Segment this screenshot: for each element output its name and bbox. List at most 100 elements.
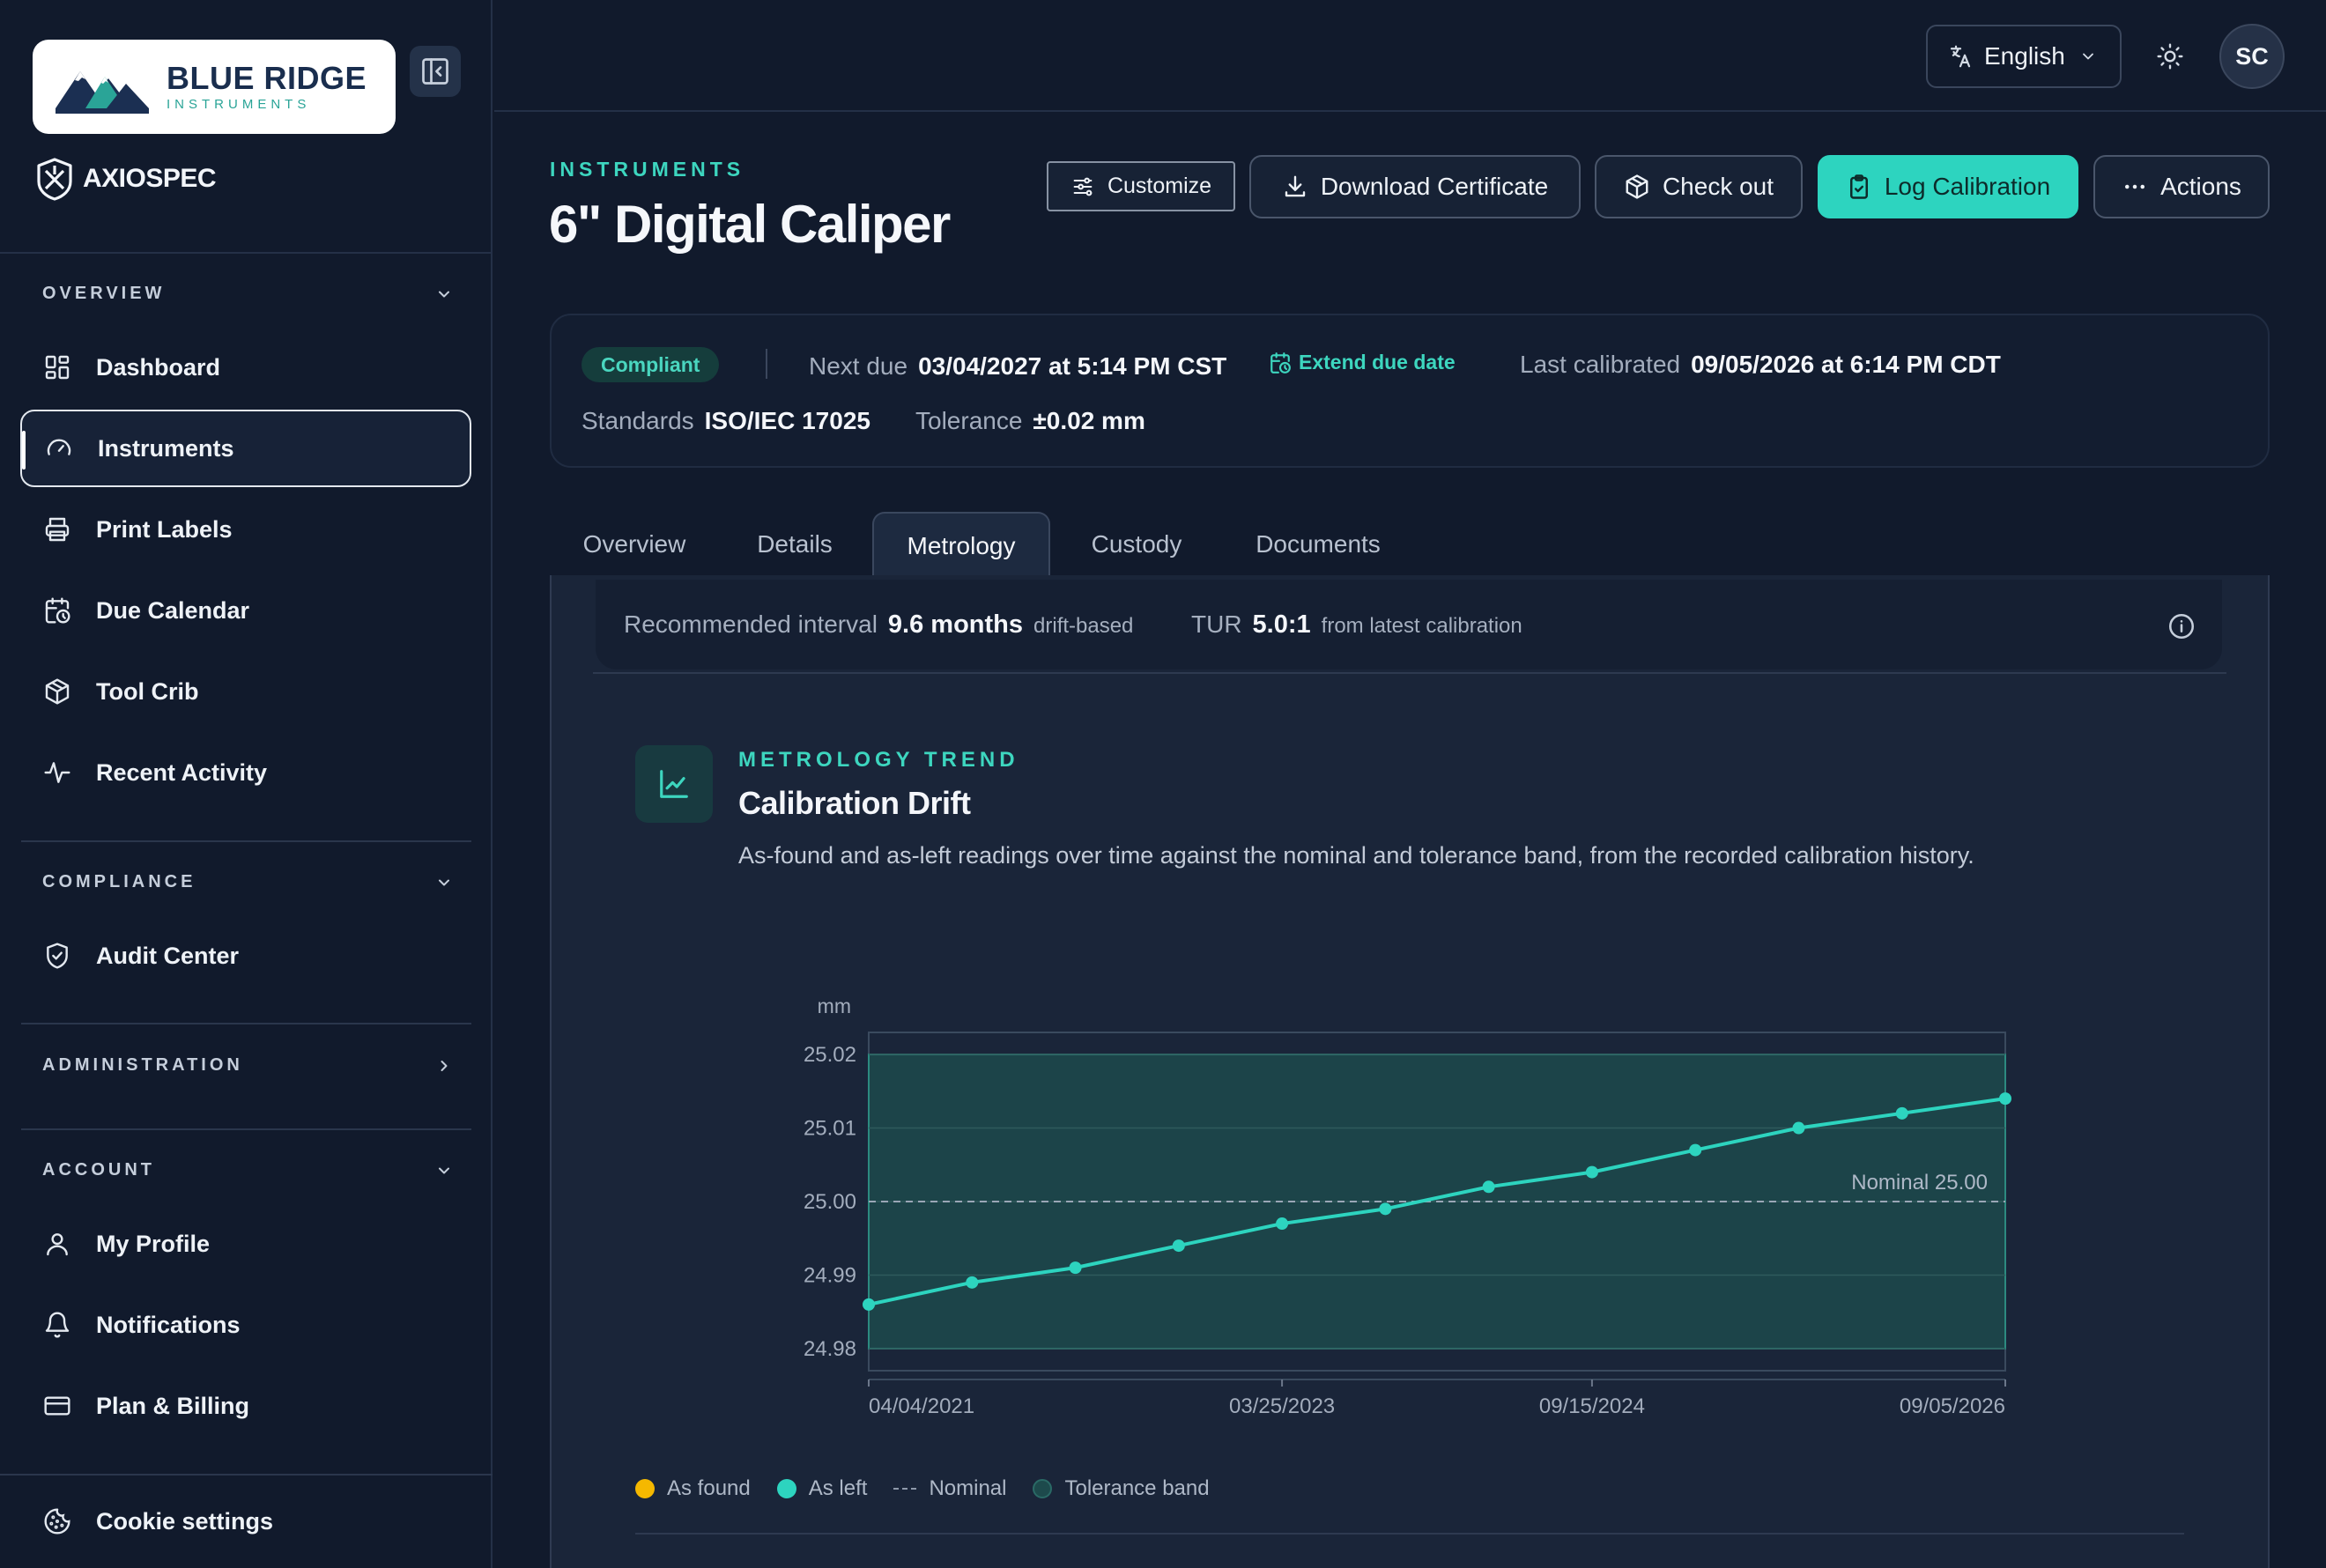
as-left-point — [863, 1298, 875, 1311]
sidebar-item-label: Instruments — [98, 434, 234, 462]
recommended-interval-value: 9.6 months — [887, 610, 1024, 639]
shield-check-icon — [47, 943, 68, 969]
extend-due-date-link[interactable]: Extend due date — [1269, 351, 1456, 374]
next-due-label: Next due — [809, 352, 908, 380]
last-calibrated-value: 09/05/2026 at 6:14 PM CDT — [1691, 351, 2001, 378]
last-calibrated: Last calibrated 09/05/2026 at 6:14 PM CD… — [1520, 351, 2001, 379]
as-left-point — [1999, 1092, 2011, 1106]
legend-as-left[interactable]: As left — [776, 1476, 867, 1501]
product-logo: AXIOSPEC — [35, 157, 217, 201]
as-left-point — [1482, 1180, 1495, 1194]
breadcrumb[interactable]: INSTRUMENTS — [550, 158, 744, 181]
trend-title: Calibration Drift — [738, 785, 971, 821]
calibration-drift-chart: 25.02 25.01 25.00 24.99 24.98 mm Nominal 25.00… — [804, 995, 2011, 1418]
sidebar-item-recent-activity[interactable]: Recent Activity — [20, 734, 471, 811]
sidebar-divider — [0, 252, 493, 254]
divider — [766, 349, 767, 379]
section-administration-toggle[interactable]: ADMINISTRATION — [42, 1055, 453, 1076]
sidebar-item-my-profile[interactable]: My Profile — [20, 1205, 471, 1283]
sidebar-item-print-labels[interactable]: Print Labels — [20, 491, 471, 568]
recommended-interval: Recommended interval 9.6 months drift-ba… — [624, 610, 1133, 640]
download-certificate-button[interactable]: Download Certificate — [1249, 155, 1581, 218]
sidebar-item-label: Dashboard — [96, 353, 221, 381]
section-divider — [21, 1128, 471, 1130]
brand-logo[interactable]: BLUE RIDGE INSTRUMENTS — [33, 40, 396, 134]
recommended-interval-note: drift-based — [1033, 614, 1134, 638]
tab-details[interactable]: Details — [742, 512, 848, 577]
sidebar-item-cookie-settings[interactable]: Cookie settings — [20, 1483, 471, 1560]
x-tick-label: 09/05/2026 — [1900, 1394, 2005, 1418]
as-left-point — [1276, 1217, 1289, 1231]
y-tick-label: 25.02 — [804, 1043, 856, 1067]
tab-custody[interactable]: Custody — [1077, 512, 1196, 577]
language-label: English — [1984, 42, 2065, 70]
tab-documents[interactable]: Documents — [1241, 512, 1396, 577]
section-overview-toggle[interactable]: OVERVIEW — [42, 284, 453, 304]
theme-toggle-button[interactable] — [2152, 39, 2188, 74]
tolerance-value: ±0.02 mm — [1033, 407, 1145, 434]
printer-icon — [45, 517, 70, 542]
tur-note: from latest calibration — [1321, 614, 1522, 638]
recommended-interval-label: Recommended interval — [624, 610, 878, 638]
as-left-swatch — [776, 1479, 796, 1498]
standards-value: ISO/IEC 17025 — [704, 407, 870, 434]
bell-icon — [45, 1312, 70, 1338]
language-selector[interactable]: English — [1926, 25, 2122, 88]
as-left-point — [1069, 1261, 1082, 1275]
tur-label: TUR — [1191, 610, 1242, 638]
x-tick-label: 09/15/2024 — [1539, 1394, 1645, 1418]
status-card: Compliant Next due 03/04/2027 at 5:14 PM… — [550, 314, 2270, 468]
section-compliance-title: COMPLIANCE — [42, 872, 196, 891]
line-chart-icon — [660, 770, 688, 798]
log-calibration-button[interactable]: Log Calibration — [1818, 155, 2078, 218]
collapse-sidebar-button[interactable] — [410, 46, 461, 97]
sun-icon — [2157, 43, 2183, 70]
chart-legend: As found As left Nominal Tolerance band — [635, 1476, 1236, 1501]
actions-button[interactable]: Actions — [2093, 155, 2270, 218]
sidebar-item-plan-billing[interactable]: Plan & Billing — [20, 1367, 471, 1445]
top-bar: English SC — [494, 0, 2326, 112]
legend-tolerance-band[interactable]: Tolerance band — [1033, 1476, 1210, 1501]
section-compliance-toggle[interactable]: COMPLIANCE — [42, 872, 453, 892]
tur: TUR 5.0:1 from latest calibration — [1191, 610, 1522, 640]
download-label: Download Certificate — [1320, 173, 1549, 200]
section-divider — [21, 1023, 471, 1024]
sidebar-item-notifications[interactable]: Notifications — [20, 1286, 471, 1364]
customize-button[interactable]: Customize — [1047, 161, 1235, 211]
sidebar-item-tool-crib[interactable]: Tool Crib — [20, 653, 471, 730]
standards: Standards ISO/IEC 17025 — [582, 407, 870, 435]
x-tick-label: 04/04/2021 — [869, 1394, 974, 1418]
section-divider — [21, 840, 471, 842]
as-left-point — [966, 1276, 979, 1289]
sidebar-collapse-icon — [422, 58, 448, 85]
legend-nominal[interactable]: Nominal — [893, 1476, 1006, 1501]
check-out-button[interactable]: Check out — [1595, 155, 1803, 218]
brand-subtitle: INSTRUMENTS — [167, 97, 311, 112]
tab-overview[interactable]: Overview — [571, 512, 698, 577]
chevron-down-icon — [2082, 53, 2093, 60]
sidebar-item-label: Tool Crib — [96, 677, 199, 705]
info-icon[interactable] — [2167, 611, 2196, 641]
product-name: AXIOSPEC — [83, 164, 217, 193]
nominal-swatch — [893, 1488, 917, 1490]
credit-card-icon — [44, 1396, 70, 1416]
clipboard-check-icon — [1849, 174, 1868, 199]
y-tick-label: 25.01 — [804, 1117, 856, 1141]
mountain-logo-icon — [56, 70, 149, 114]
section-account-toggle[interactable]: ACCOUNT — [42, 1160, 453, 1180]
activity-icon — [44, 762, 70, 783]
sidebar-item-instruments[interactable]: Instruments — [20, 410, 471, 487]
sliders-icon — [1073, 177, 1093, 196]
sidebar-item-due-calendar[interactable]: Due Calendar — [20, 572, 471, 649]
trend-icon-tile — [635, 745, 713, 823]
avatar[interactable]: SC — [2219, 24, 2285, 89]
as-left-point — [1585, 1165, 1598, 1179]
y-tick-label: 24.99 — [804, 1263, 856, 1287]
sidebar-item-audit-center[interactable]: Audit Center — [20, 917, 471, 995]
sidebar-item-dashboard[interactable]: Dashboard — [20, 329, 471, 406]
section-overview-title: OVERVIEW — [42, 284, 166, 303]
legend-as-found[interactable]: As found — [635, 1476, 751, 1501]
download-icon — [1285, 175, 1306, 197]
tab-metrology[interactable]: Metrology — [872, 512, 1050, 579]
section-divider — [0, 1474, 493, 1476]
